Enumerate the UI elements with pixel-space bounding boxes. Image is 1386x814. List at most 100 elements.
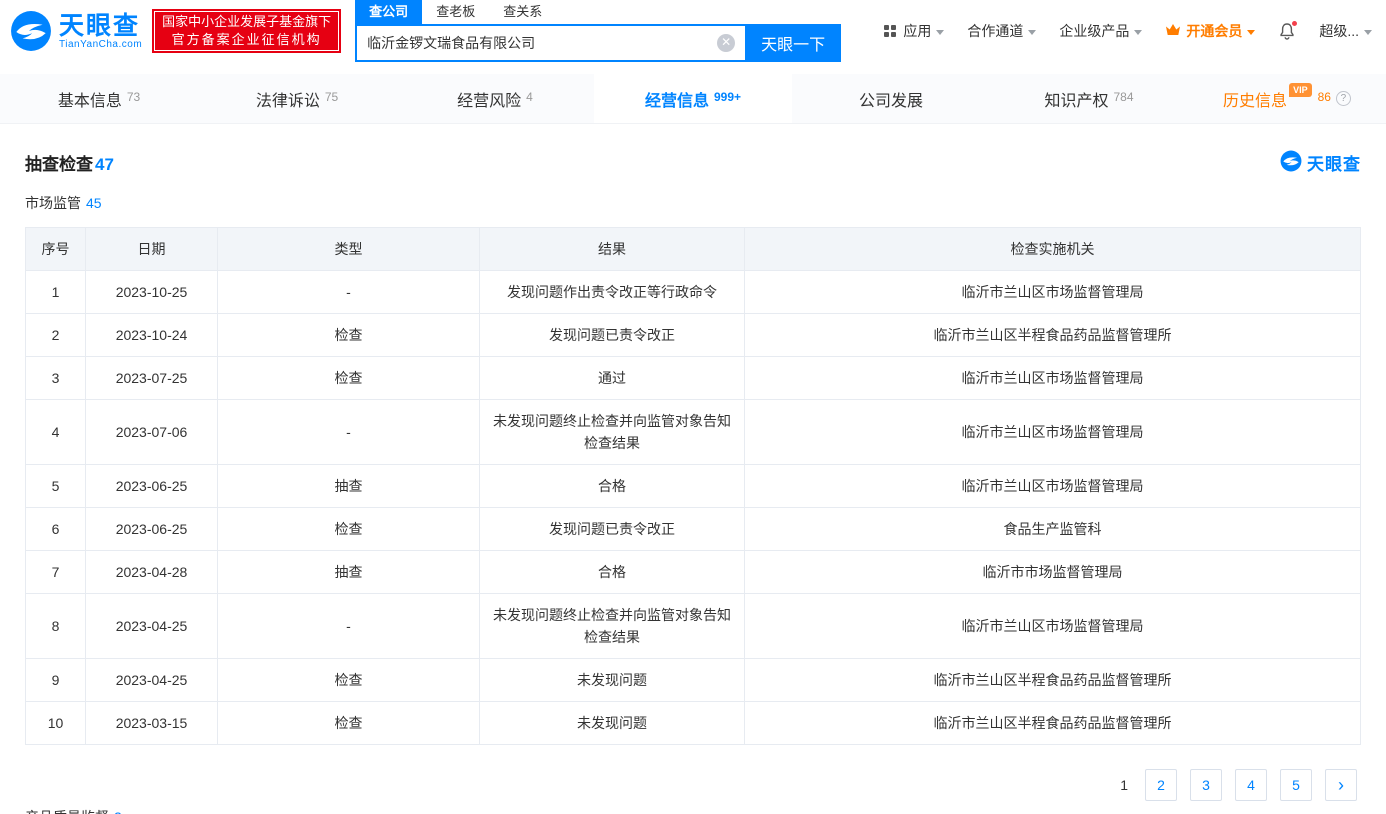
search-button[interactable]: 天眼一下 (745, 24, 841, 62)
certification-line1: 国家中小企业发展子基金旗下 (162, 13, 331, 31)
table-cell: 检查 (218, 508, 480, 551)
tianyancha-eye-icon (10, 10, 52, 52)
table-cell: 发现问题作出责令改正等行政命令 (480, 271, 745, 314)
section-title-wrap: 抽查检查47 (25, 150, 114, 175)
table-cell: 2023-04-25 (86, 659, 218, 702)
table-cell: 5 (26, 465, 86, 508)
chevron-down-icon (1028, 30, 1036, 35)
table-cell: 抽查 (218, 465, 480, 508)
pagination-next-button[interactable]: › (1325, 769, 1357, 801)
nav-enterprise-products[interactable]: 企业级产品 (1059, 21, 1142, 41)
table-cell: 临沂市兰山区半程食品药品监督管理所 (745, 702, 1361, 745)
subsection-count: 45 (86, 195, 102, 211)
tab-company-development[interactable]: 公司发展 (792, 74, 990, 123)
tianyancha-logo[interactable]: 天眼查 TianYanCha.com (10, 10, 142, 52)
table-cell: 2023-06-25 (86, 508, 218, 551)
pagination-page-5[interactable]: 5 (1280, 769, 1312, 801)
pagination-page-4[interactable]: 4 (1235, 769, 1267, 801)
tab-count: 73 (127, 90, 140, 104)
table-cell: 临沂市兰山区市场监督管理局 (745, 594, 1361, 659)
section-count: 47 (95, 155, 114, 174)
table-cell: 未发现问题 (480, 659, 745, 702)
table-row: 12023-10-25-发现问题作出责令改正等行政命令临沂市兰山区市场监督管理局 (26, 271, 1361, 314)
tab-label: 公司发展 (859, 87, 923, 111)
subsection-title: 市场监管 (25, 195, 81, 211)
footer-section-count: 2 (114, 809, 122, 814)
tab-count: 784 (1113, 90, 1133, 104)
tab-legal-litigation[interactable]: 法律诉讼 75 (198, 74, 396, 123)
table-cell: 8 (26, 594, 86, 659)
table-cell: 2023-10-24 (86, 314, 218, 357)
apps-grid-icon (884, 25, 896, 37)
table-cell: 2 (26, 314, 86, 357)
table-cell: 2023-04-28 (86, 551, 218, 594)
table-cell: 发现问题已责令改正 (480, 314, 745, 357)
table-cell: 2023-10-25 (86, 271, 218, 314)
pagination: 12345› (25, 769, 1361, 801)
tab-business-info[interactable]: 经营信息999+ (594, 74, 792, 123)
table-row: 32023-07-25检查通过临沂市兰山区市场监督管理局 (26, 357, 1361, 400)
nav-enterprise-label: 企业级产品 (1059, 21, 1129, 41)
search-row: ✕ 天眼一下 (355, 24, 841, 62)
watermark-text: 天眼查 (1307, 150, 1361, 175)
search-area: 查公司 查老板 查关系 ✕ 天眼一下 (355, 0, 841, 62)
search-tab-relation[interactable]: 查关系 (489, 0, 556, 24)
table-row: 82023-04-25-未发现问题终止检查并向监管对象告知检查结果临沂市兰山区市… (26, 594, 1361, 659)
nav-super-vip[interactable]: 超级... (1319, 21, 1372, 41)
nav-cooperation[interactable]: 合作通道 (967, 21, 1036, 41)
search-tab-boss[interactable]: 查老板 (422, 0, 489, 24)
tianyancha-eye-icon (1280, 150, 1302, 175)
tab-label: 法律诉讼 (256, 87, 320, 111)
table-cell: 临沂市市场监督管理局 (745, 551, 1361, 594)
table-cell: 3 (26, 357, 86, 400)
nav-apps[interactable]: 应用 (884, 21, 944, 41)
column-header: 类型 (218, 228, 480, 271)
table-cell: 食品生产监管科 (745, 508, 1361, 551)
tab-business-risk[interactable]: 经营风险4 (396, 74, 594, 123)
table-cell: - (218, 400, 480, 465)
logo-text: 天眼查 (59, 13, 142, 39)
inspection-table: 序号日期类型结果检查实施机关 12023-10-25-发现问题作出责令改正等行政… (25, 227, 1361, 745)
footer-section: 产品质量监督2 (25, 807, 1361, 814)
table-cell: 6 (26, 508, 86, 551)
table-cell: 检查 (218, 357, 480, 400)
tab-label: 基本信息 (58, 87, 122, 111)
crown-icon (1165, 23, 1181, 39)
logo-subtext: TianYanCha.com (59, 39, 142, 50)
table-cell: 检查 (218, 702, 480, 745)
table-cell: 2023-07-25 (86, 357, 218, 400)
table-cell: 抽查 (218, 551, 480, 594)
main-content: 抽查检查47 天眼查 市场监管45 序号日期类型结果检查实施机关 12023-1… (0, 150, 1386, 814)
table-cell: 临沂市兰山区半程食品药品监督管理所 (745, 659, 1361, 702)
tab-basic-info[interactable]: 基本信息 73 (0, 74, 198, 123)
pagination-page-2[interactable]: 2 (1145, 769, 1177, 801)
tab-count: 4 (526, 90, 533, 104)
table-cell: 4 (26, 400, 86, 465)
nav-notifications[interactable] (1278, 22, 1296, 41)
table-cell: 未发现问题终止检查并向监管对象告知检查结果 (480, 400, 745, 465)
table-row: 62023-06-25检查发现问题已责令改正食品生产监管科 (26, 508, 1361, 551)
tab-history-info[interactable]: 历史信息VIP86? (1188, 74, 1386, 123)
table-cell: 2023-03-15 (86, 702, 218, 745)
pagination-page-3[interactable]: 3 (1190, 769, 1222, 801)
search-tab-company[interactable]: 查公司 (355, 0, 422, 24)
clear-search-icon[interactable]: ✕ (717, 34, 735, 52)
certification-badge: 国家中小企业发展子基金旗下 官方备案企业征信机构 (152, 9, 341, 53)
table-cell: 1 (26, 271, 86, 314)
chevron-down-icon (936, 30, 944, 35)
top-header: 天眼查 TianYanCha.com 国家中小企业发展子基金旗下 官方备案企业征… (0, 0, 1386, 62)
table-row: 72023-04-28抽查合格临沂市市场监督管理局 (26, 551, 1361, 594)
nav-apps-label: 应用 (903, 21, 931, 41)
search-input[interactable] (357, 35, 717, 51)
inspection-table-body: 12023-10-25-发现问题作出责令改正等行政命令临沂市兰山区市场监督管理局… (26, 271, 1361, 745)
tab-intellectual-property[interactable]: 知识产权784 (990, 74, 1188, 123)
table-cell: 检查 (218, 659, 480, 702)
help-icon[interactable]: ? (1336, 91, 1351, 106)
section-head: 抽查检查47 天眼查 (25, 150, 1361, 175)
inspection-table-head-row: 序号日期类型结果检查实施机关 (26, 228, 1361, 271)
certification-line2: 官方备案企业征信机构 (162, 31, 331, 49)
tab-count: 75 (325, 90, 338, 104)
table-cell: - (218, 594, 480, 659)
tab-count: 999+ (714, 90, 741, 104)
nav-open-member[interactable]: 开通会员 (1165, 21, 1255, 41)
